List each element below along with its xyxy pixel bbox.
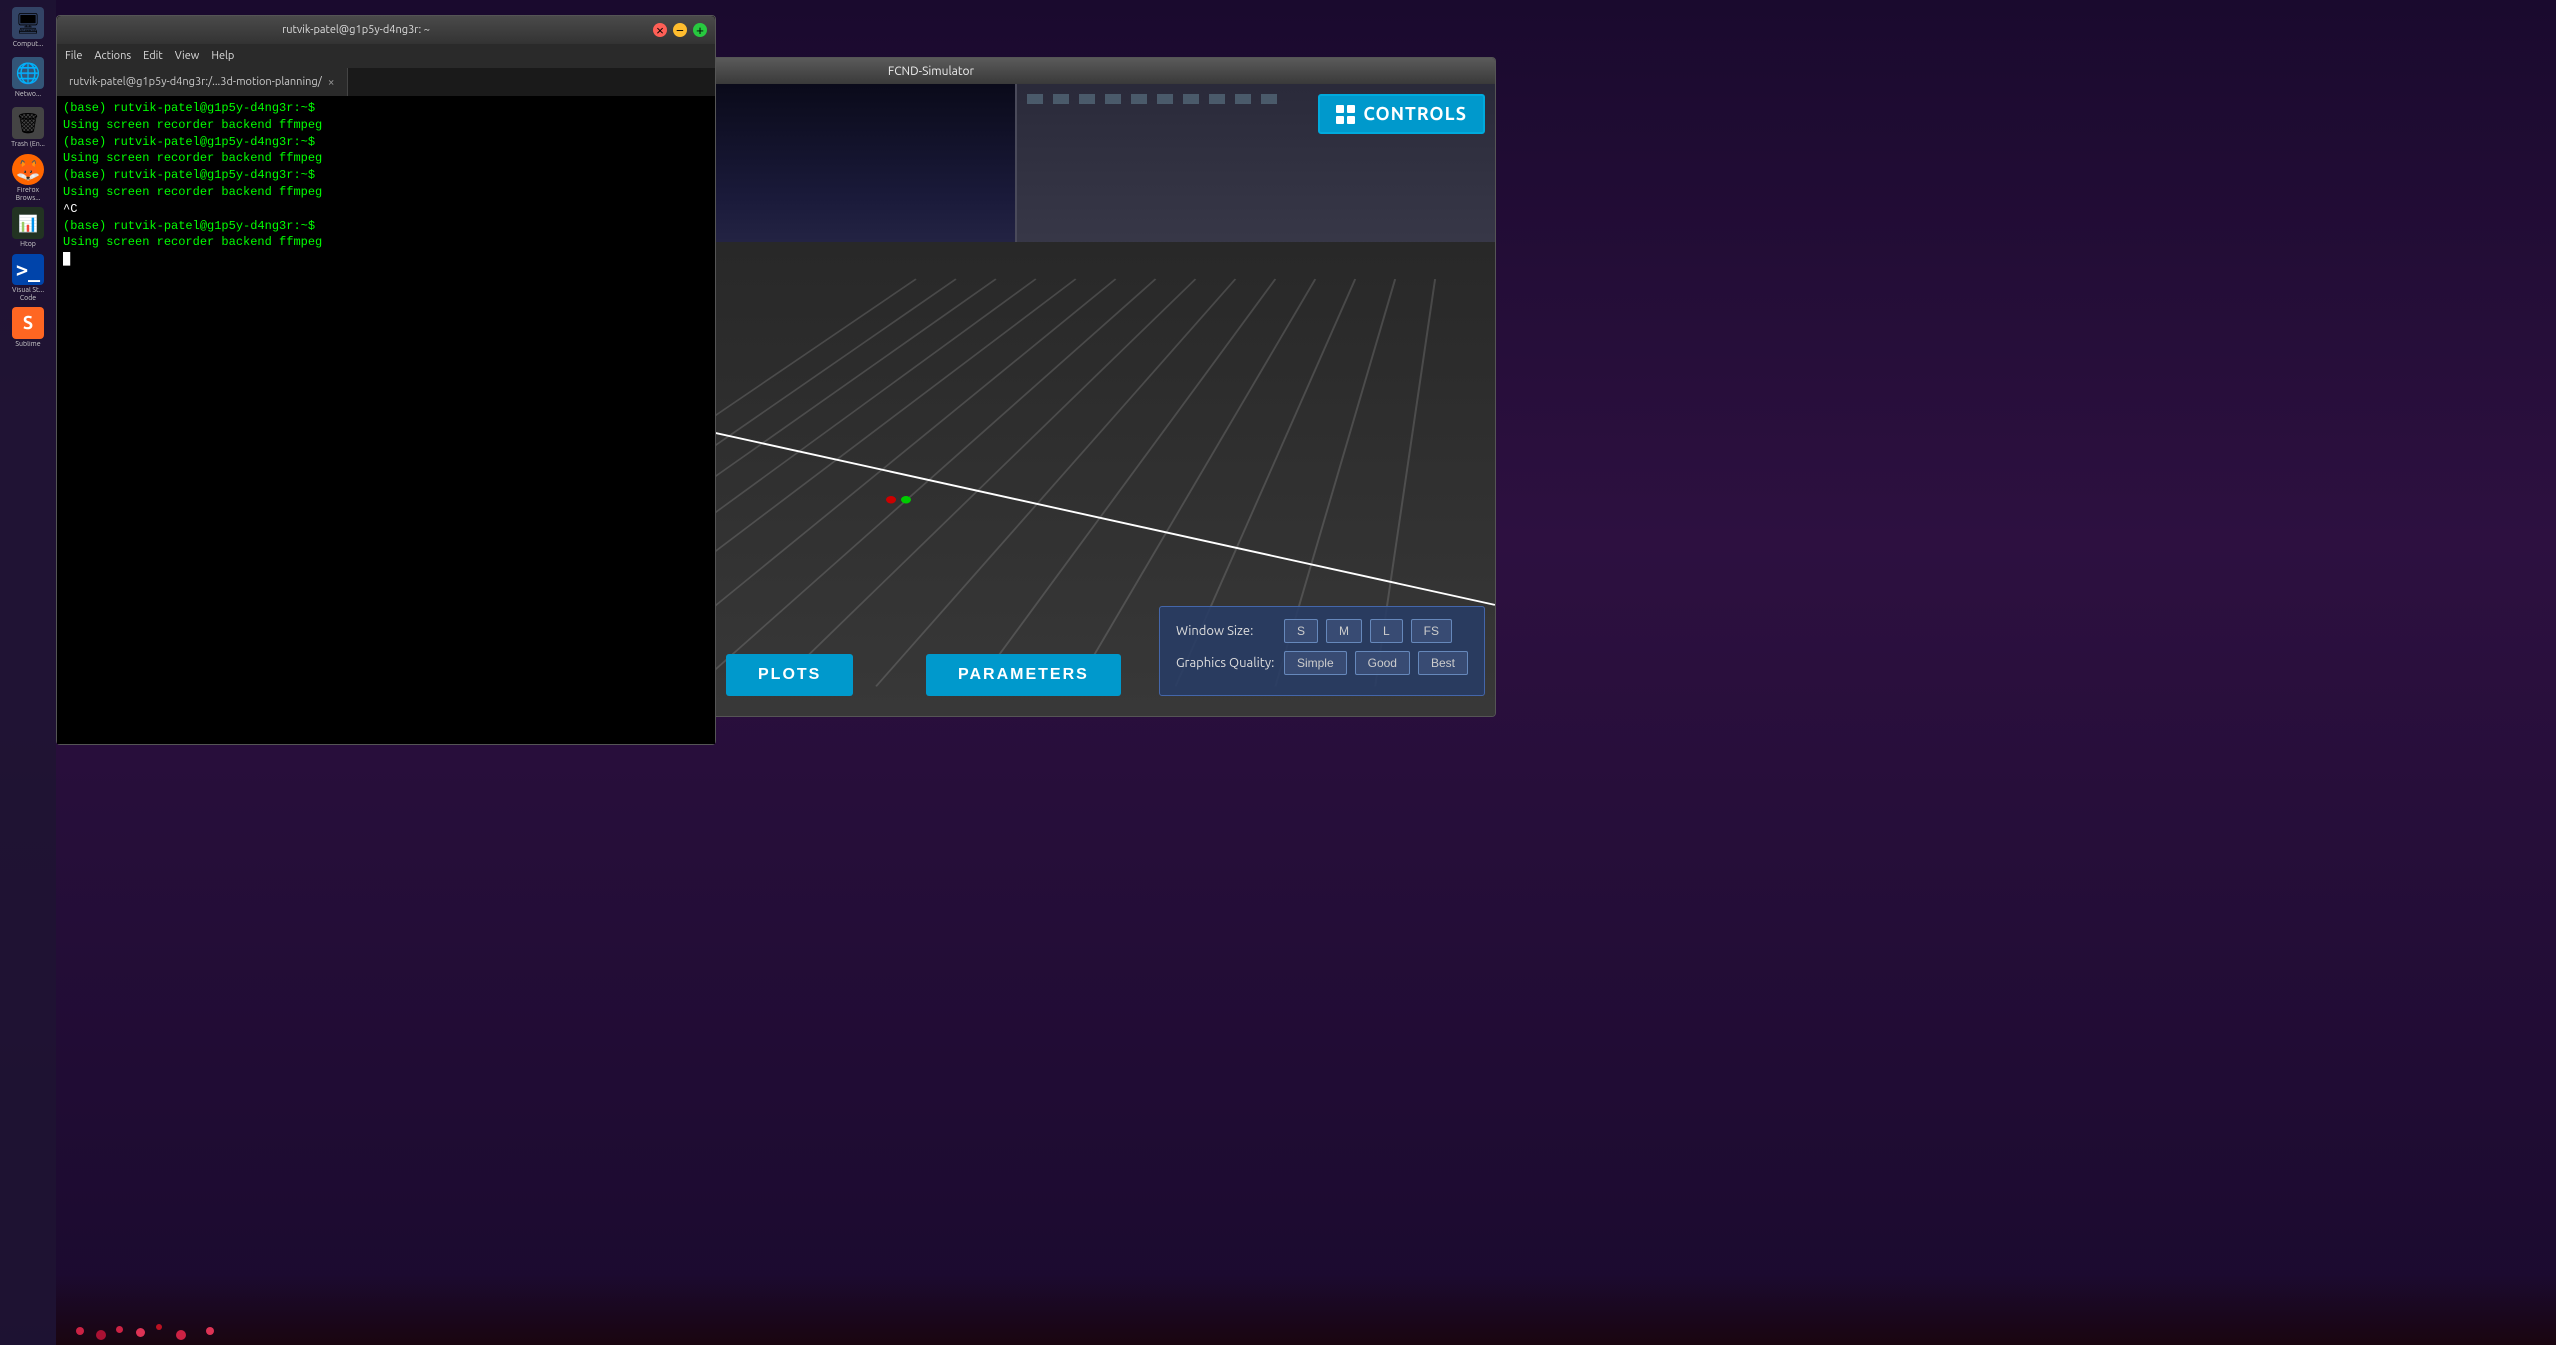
size-m-button[interactable]: M xyxy=(1326,619,1362,643)
terminal-content[interactable]: (base) rutvik-patel@g1p5y-d4ng3r:~$ Usin… xyxy=(57,96,715,744)
taskbar-icon-htop[interactable]: 📊 Htop xyxy=(4,204,52,252)
terminal-tab-label: rutvik-patel@g1p5y-d4ng3r:/...3d-motion-… xyxy=(69,76,322,88)
terminal-titlebar: rutvik-patel@g1p5y-d4ng3r: ~ × − + xyxy=(57,16,715,44)
parameters-button[interactable]: PARAMETERS xyxy=(926,654,1121,696)
taskbar-computer-label: Comput... xyxy=(13,41,44,49)
quality-simple-button[interactable]: Simple xyxy=(1284,651,1347,675)
flower-3 xyxy=(116,1326,123,1333)
terminal-menubar: File Actions Edit View Help xyxy=(57,44,715,68)
quality-best-button[interactable]: Best xyxy=(1418,651,1468,675)
terminal-title: rutvik-patel@g1p5y-d4ng3r: ~ xyxy=(65,24,647,36)
taskbar-left: 🖥 Comput... 🌐 Netwo... 🗑 Trash (En... 🦊 … xyxy=(0,0,56,1345)
controls-icon-sq3 xyxy=(1336,116,1344,124)
terminal-menu-view[interactable]: View xyxy=(175,50,200,62)
taskbar-icon-firefox[interactable]: 🦊 Firefox Brows... xyxy=(4,154,52,202)
taskbar-htop-label: Htop xyxy=(20,241,36,249)
terminal-minimize-button[interactable]: − xyxy=(673,23,687,37)
graphics-quality-label: Graphics Quality: xyxy=(1176,656,1276,670)
settings-panel: Window Size: S M L FS Graphics Quality: … xyxy=(1159,606,1485,696)
taskbar-icon-sublime[interactable]: S Sublime xyxy=(4,304,52,352)
controls-icon-sq2 xyxy=(1347,105,1355,113)
size-s-button[interactable]: S xyxy=(1284,619,1318,643)
flower-1 xyxy=(76,1327,84,1335)
terminal-menu-file[interactable]: File xyxy=(65,50,82,62)
taskbar-sublime-label: Sublime xyxy=(15,341,40,349)
flower-4 xyxy=(136,1328,145,1337)
terminal-tab-bar: rutvik-patel@g1p5y-d4ng3r:/...3d-motion-… xyxy=(57,68,715,96)
taskbar-trash-label: Trash (En... xyxy=(11,141,45,149)
flower-7 xyxy=(206,1327,214,1335)
taskbar-network-label: Netwo... xyxy=(15,91,41,99)
taskbar-vscode-label: Visual St... Code xyxy=(4,287,52,302)
size-l-button[interactable]: L xyxy=(1370,619,1403,643)
terminal-tab[interactable]: rutvik-patel@g1p5y-d4ng3r:/...3d-motion-… xyxy=(57,68,348,96)
terminal-menu-edit[interactable]: Edit xyxy=(143,50,163,62)
controls-label: CONTROLS xyxy=(1363,104,1467,124)
controls-button[interactable]: CONTROLS xyxy=(1318,94,1485,134)
taskbar-icon-computer[interactable]: 🖥 Comput... xyxy=(4,4,52,52)
controls-icon-sq4 xyxy=(1347,116,1355,124)
size-fs-button[interactable]: FS xyxy=(1411,619,1452,643)
terminal-menu-help[interactable]: Help xyxy=(211,50,234,62)
window-size-label: Window Size: xyxy=(1176,624,1276,638)
controls-icon xyxy=(1336,105,1355,124)
flower-2 xyxy=(96,1330,106,1340)
graphics-quality-row: Graphics Quality: Simple Good Best xyxy=(1176,651,1468,675)
controls-icon-sq1 xyxy=(1336,105,1344,113)
plots-button[interactable]: PLOTS xyxy=(726,654,853,696)
window-size-row: Window Size: S M L FS xyxy=(1176,619,1468,643)
terminal-maximize-button[interactable]: + xyxy=(693,23,707,37)
quality-good-button[interactable]: Good xyxy=(1355,651,1410,675)
flower-decoration xyxy=(56,1275,2556,1345)
terminal-tab-close[interactable]: × xyxy=(328,76,335,89)
terminal-menu-actions[interactable]: Actions xyxy=(94,50,131,62)
terminal-close-button[interactable]: × xyxy=(653,23,667,37)
flower-6 xyxy=(176,1330,186,1340)
taskbar-firefox-label: Firefox Brows... xyxy=(4,187,52,202)
taskbar-icon-network[interactable]: 🌐 Netwo... xyxy=(4,54,52,102)
terminal-window: rutvik-patel@g1p5y-d4ng3r: ~ × − + File … xyxy=(56,15,716,745)
taskbar-icon-vscode[interactable]: >_ Visual St... Code xyxy=(4,254,52,302)
taskbar-icon-trash[interactable]: 🗑 Trash (En... xyxy=(4,104,52,152)
flower-bed xyxy=(56,1295,2556,1345)
flower-5 xyxy=(156,1324,162,1330)
